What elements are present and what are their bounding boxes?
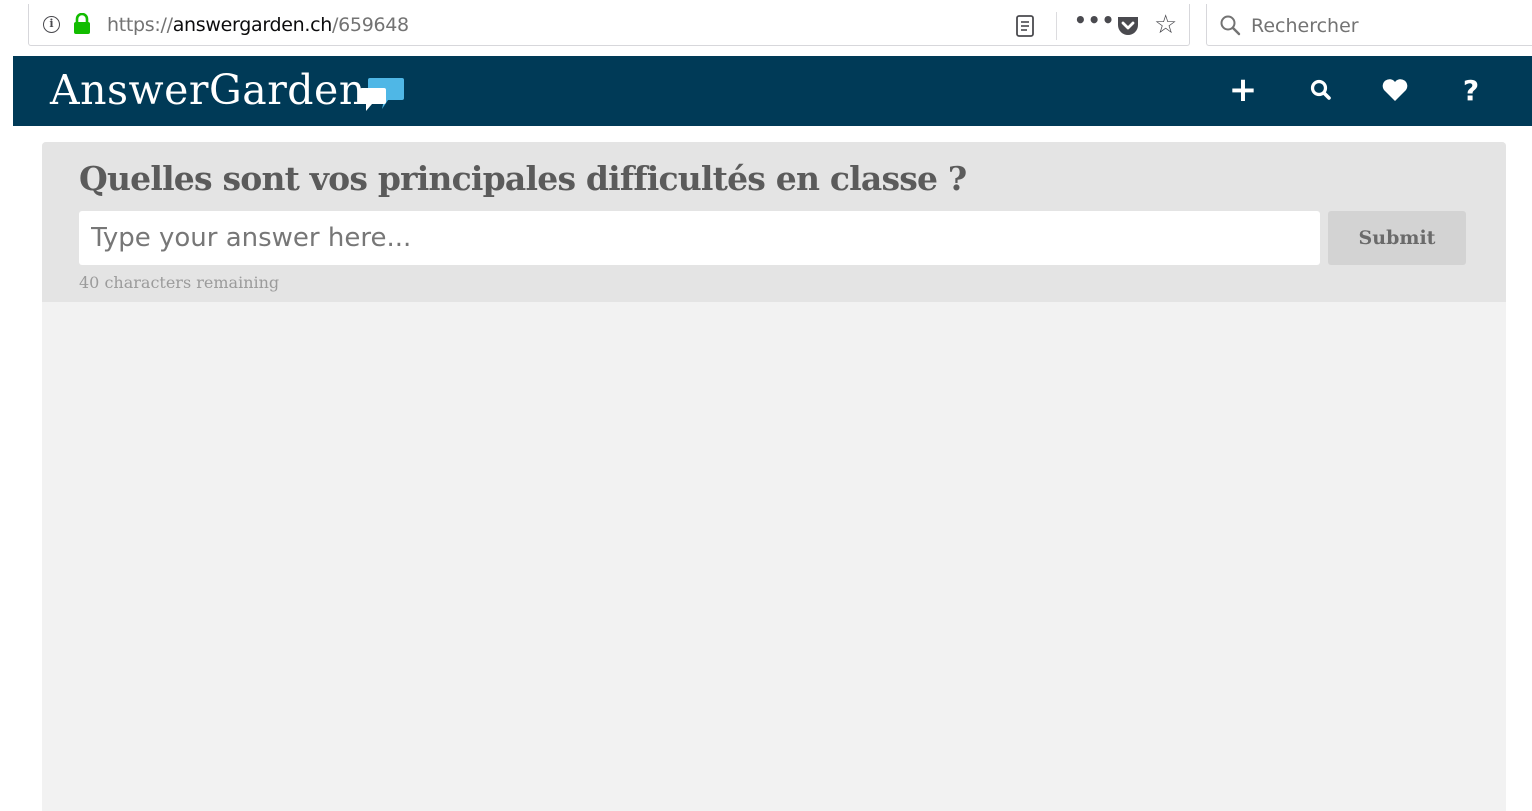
lock-icon[interactable] [73, 13, 91, 35]
page-actions-icon[interactable]: ••• [1074, 8, 1115, 32]
browser-search-box[interactable]: Rechercher [1206, 4, 1532, 46]
url-path: /659648 [332, 14, 409, 36]
site-header: AnswerGarden + ? [13, 56, 1532, 126]
search-icon [1220, 15, 1241, 36]
answer-input[interactable] [79, 211, 1320, 265]
url-protocol: https:// [107, 14, 173, 36]
help-button[interactable]: ? [1451, 70, 1491, 110]
search-button-icon[interactable] [1301, 70, 1341, 110]
submit-button[interactable]: Submit [1328, 211, 1466, 265]
chat-bubbles-logo-icon [360, 78, 404, 111]
characters-remaining: 40 characters remaining [79, 273, 280, 292]
main-content: Quelles sont vos principales difficultés… [42, 142, 1506, 811]
url-bar[interactable]: i https://answergarden.ch/659648 ••• ☆ [28, 4, 1190, 46]
heart-button-icon[interactable] [1375, 70, 1415, 110]
search-placeholder: Rechercher [1251, 15, 1359, 37]
info-icon[interactable]: i [43, 16, 60, 33]
pocket-icon[interactable] [1116, 15, 1140, 37]
browser-toolbar: i https://answergarden.ch/659648 ••• ☆ R… [0, 0, 1532, 52]
url-bar-separator [1056, 12, 1057, 40]
url-domain: answergarden.ch [172, 14, 333, 36]
question-panel: Quelles sont vos principales difficultés… [42, 142, 1506, 302]
bookmark-star-icon[interactable]: ☆ [1154, 10, 1177, 40]
reader-view-icon[interactable] [1016, 15, 1034, 37]
add-garden-button[interactable]: + [1223, 70, 1263, 110]
url-text[interactable]: https://answergarden.ch/659648 [107, 14, 409, 36]
logo-text[interactable]: AnswerGarden [50, 66, 366, 114]
question-title: Quelles sont vos principales difficultés… [79, 159, 967, 198]
